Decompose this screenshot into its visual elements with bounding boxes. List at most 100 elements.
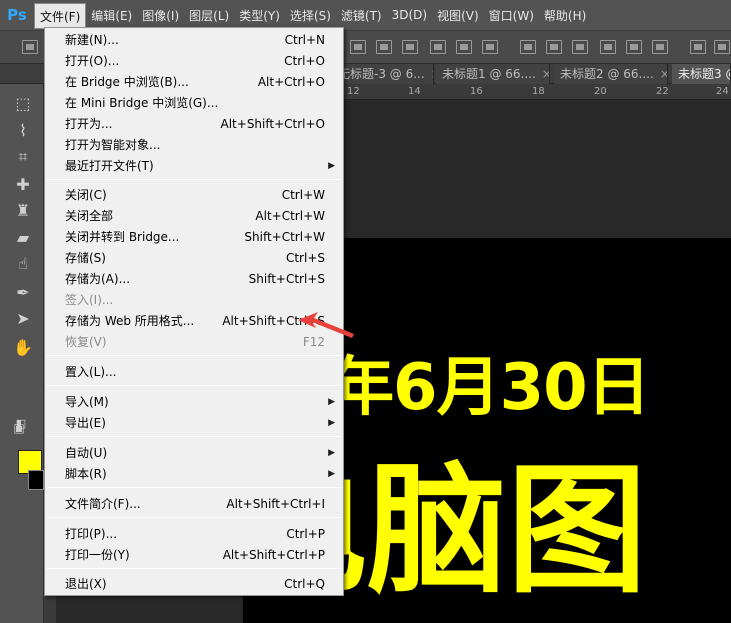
menu-item-save[interactable]: 存储(S) Ctrl+S	[45, 247, 343, 268]
menu-item-label: 关闭全部	[65, 209, 114, 223]
menu-item-close-go-bridge[interactable]: 关闭并转到 Bridge... Shift+Ctrl+W	[45, 226, 343, 247]
background-color-swatch[interactable]	[28, 470, 44, 490]
submenu-arrow-icon: ▶	[328, 396, 335, 407]
menu-item-export[interactable]: 导出(E) ▶	[45, 412, 343, 433]
distribute-right-icon[interactable]	[652, 40, 668, 54]
menu-item-open-smart-object[interactable]: 打开为智能对象...	[45, 134, 343, 155]
menu-item-automate[interactable]: 自动(U) ▶	[45, 442, 343, 463]
ruler-tick: 22	[656, 86, 669, 97]
menu-item-label: 恢复(V)	[65, 335, 107, 349]
menu-item-save-as[interactable]: 存储为(A)... Shift+Ctrl+S	[45, 268, 343, 289]
tab-untitled-2[interactable]: 未标题2 @ 66.... ×	[554, 64, 668, 84]
menu-item-label: 在 Mini Bridge 中浏览(G)...	[65, 96, 219, 110]
menu-item-browse-mini-bridge[interactable]: 在 Mini Bridge 中浏览(G)...	[45, 92, 343, 113]
clone-stamp-icon[interactable]: ♜	[12, 201, 34, 221]
tab-doc-3[interactable]: 无标题-3 @ 6... ×	[332, 64, 434, 84]
auto-align-extra-icon[interactable]	[714, 40, 730, 54]
menu-item-print-one-copy[interactable]: 打印一份(Y) Alt+Shift+Ctrl+P	[45, 544, 343, 565]
menu-item-label: 最近打开文件(T)	[65, 159, 154, 173]
menu-item-close-all[interactable]: 关闭全部 Alt+Ctrl+W	[45, 205, 343, 226]
menu-separator	[47, 355, 341, 356]
tool-preset-icon[interactable]	[22, 40, 38, 54]
eraser-tool-icon[interactable]: ▰	[12, 228, 34, 248]
menu-item-shortcut: Alt+Ctrl+W	[255, 208, 325, 223]
tab-label: 未标题3 @	[678, 67, 730, 81]
tab-untitled-1[interactable]: 未标题1 @ 66.... ×	[436, 64, 550, 84]
submenu-arrow-icon: ▶	[328, 468, 335, 479]
distribute-vcenter-icon[interactable]	[546, 40, 562, 54]
menu-item-label: 新建(N)...	[65, 33, 119, 47]
menu-item-close[interactable]: 关闭(C) Ctrl+W	[45, 184, 343, 205]
pen-tool-icon[interactable]: ✒	[12, 283, 34, 303]
menu-view[interactable]: 视图(V)	[432, 0, 484, 30]
menu-item-shortcut: Ctrl+P	[286, 526, 325, 541]
menu-image[interactable]: 图像(I)	[137, 0, 184, 30]
menu-filter[interactable]: 滤镜(T)	[336, 0, 387, 30]
align-vcenter-icon[interactable]	[376, 40, 392, 54]
menu-item-label: 自动(U)	[65, 446, 108, 460]
menu-file[interactable]: 文件(F)	[34, 3, 87, 29]
smudge-tool-icon[interactable]: ☝	[12, 254, 34, 274]
distribute-left-icon[interactable]	[600, 40, 616, 54]
menu-item-shortcut: Ctrl+Q	[284, 576, 325, 591]
menu-3d[interactable]: 3D(D)	[387, 0, 432, 30]
menu-separator	[47, 568, 341, 569]
ruler-tick: 16	[470, 86, 483, 97]
menu-separator	[47, 385, 341, 386]
menu-item-label: 打印一份(Y)	[65, 548, 130, 562]
menu-window[interactable]: 窗口(W)	[484, 0, 539, 30]
menu-item-new[interactable]: 新建(N)... Ctrl+N	[45, 29, 343, 50]
menu-layer[interactable]: 图层(L)	[184, 0, 234, 30]
menu-select[interactable]: 选择(S)	[285, 0, 336, 30]
menu-item-open[interactable]: 打开(O)... Ctrl+O	[45, 50, 343, 71]
align-bottom-icon[interactable]	[402, 40, 418, 54]
submenu-arrow-icon: ▶	[328, 160, 335, 171]
menu-item-exit[interactable]: 退出(X) Ctrl+Q	[45, 573, 343, 594]
tab-untitled-3[interactable]: 未标题3 @	[672, 64, 731, 84]
crop-tool-icon[interactable]: ⌗	[12, 147, 34, 167]
submenu-arrow-icon: ▶	[328, 447, 335, 458]
menu-item-label: 存储(S)	[65, 251, 106, 265]
menu-item-label: 置入(L)...	[65, 365, 117, 379]
lasso-tool-icon[interactable]: ⌇	[12, 121, 34, 141]
menu-item-browse-bridge[interactable]: 在 Bridge 中浏览(B)... Alt+Ctrl+O	[45, 71, 343, 92]
menu-edit[interactable]: 编辑(E)	[86, 0, 137, 30]
menu-type[interactable]: 类型(Y)	[234, 0, 285, 30]
menu-separator	[47, 487, 341, 488]
menu-item-print[interactable]: 打印(P)... Ctrl+P	[45, 523, 343, 544]
menu-item-recent-files[interactable]: 最近打开文件(T) ▶	[45, 155, 343, 176]
quick-mask-icon[interactable]: ▣	[8, 418, 30, 438]
hand-tool-icon[interactable]: ✋	[12, 338, 34, 358]
menu-item-shortcut: Ctrl+W	[281, 187, 325, 202]
menu-item-shortcut: Ctrl+S	[285, 250, 325, 265]
align-right-icon[interactable]	[482, 40, 498, 54]
menu-help[interactable]: 帮助(H)	[539, 0, 591, 30]
menu-item-label: 文件简介(F)...	[65, 497, 141, 511]
close-icon[interactable]: ×	[660, 67, 667, 81]
menu-item-label: 打开为智能对象...	[65, 138, 161, 152]
menu-item-place[interactable]: 置入(L)...	[45, 361, 343, 382]
distribute-hcenter-icon[interactable]	[626, 40, 642, 54]
align-top-icon[interactable]	[350, 40, 366, 54]
menu-item-file-info[interactable]: 文件简介(F)... Alt+Shift+Ctrl+I	[45, 493, 343, 514]
marquee-tool-icon[interactable]: ⬚	[12, 94, 34, 114]
path-select-icon[interactable]: ➤	[12, 309, 34, 329]
tab-label: 未标题1 @ 66....	[442, 67, 536, 81]
close-icon[interactable]: ×	[431, 67, 433, 81]
menu-item-label: 打开为...	[65, 117, 113, 131]
align-left-icon[interactable]	[430, 40, 446, 54]
menu-item-shortcut: Alt+Ctrl+O	[257, 74, 325, 89]
menu-item-import[interactable]: 导入(M) ▶	[45, 391, 343, 412]
toolbox: ⬚ ⌇ ⌗ ✚ ♜ ▰ ☝ ✒ ➤ ✋ ◧ ▣	[0, 84, 44, 623]
auto-align-icon[interactable]	[690, 40, 706, 54]
distribute-bottom-icon[interactable]	[572, 40, 588, 54]
close-icon[interactable]: ×	[542, 67, 549, 81]
align-hcenter-icon[interactable]	[456, 40, 472, 54]
healing-brush-icon[interactable]: ✚	[12, 175, 34, 195]
menu-item-open-as[interactable]: 打开为... Alt+Shift+Ctrl+O	[45, 113, 343, 134]
menu-item-label: 存储为 Web 所用格式...	[65, 314, 195, 328]
menu-item-shortcut: Alt+Shift+Ctrl+O	[220, 116, 325, 131]
distribute-top-icon[interactable]	[520, 40, 536, 54]
menu-item-label: 退出(X)	[65, 577, 107, 591]
menu-item-scripts[interactable]: 脚本(R) ▶	[45, 463, 343, 484]
